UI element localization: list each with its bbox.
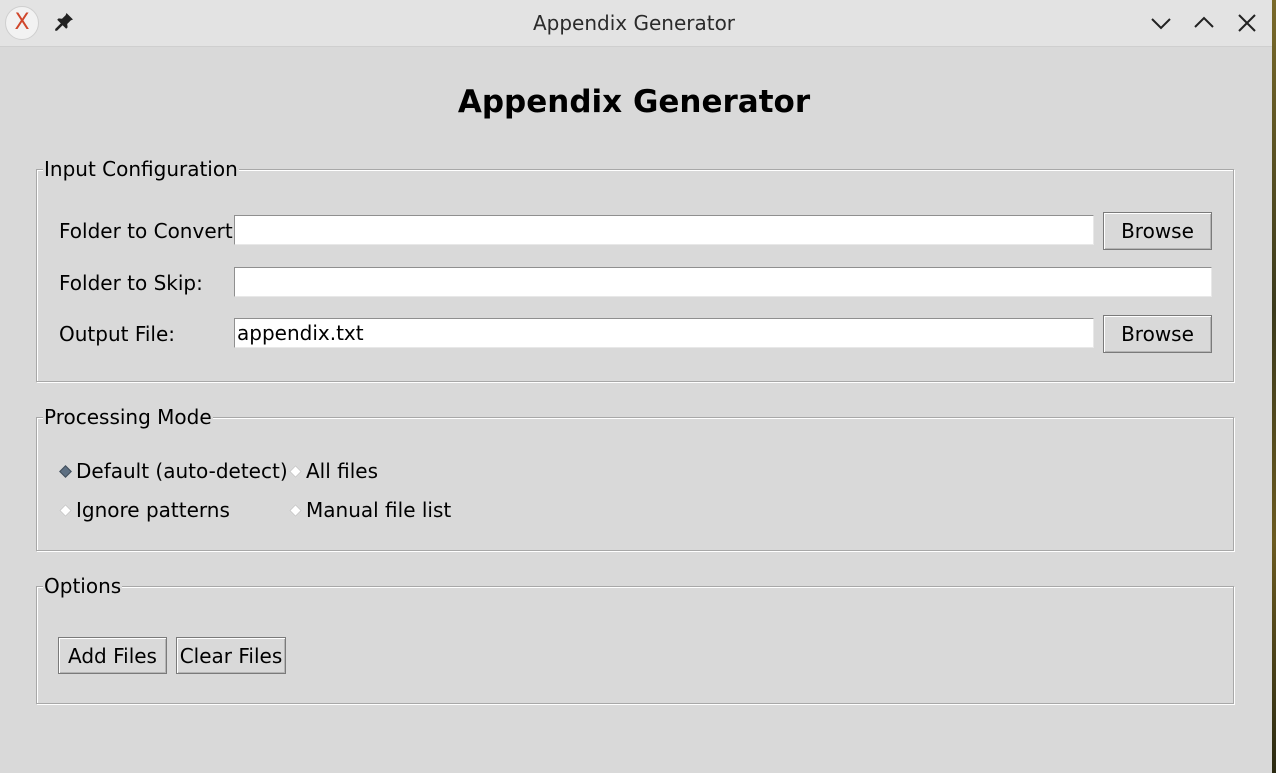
radio-label: Ignore patterns: [76, 498, 230, 522]
options-legend: Options: [43, 573, 123, 599]
input-configuration-legend: Input Configuration: [43, 156, 239, 182]
options-group: Options Add Files Clear Files: [36, 573, 1234, 704]
close-icon[interactable]: [1234, 10, 1260, 36]
radio-label: Default (auto-detect): [76, 459, 288, 483]
radio-indicator: [289, 503, 302, 517]
folder-to-convert-browse-button[interactable]: Browse: [1103, 212, 1212, 250]
radio-label: Manual file list: [306, 498, 452, 522]
page-title: Appendix Generator: [457, 84, 811, 120]
add-files-button[interactable]: Add Files: [58, 637, 167, 674]
clear-files-button[interactable]: Clear Files: [176, 637, 286, 674]
radio-manual-file-list[interactable]: Manual file list: [289, 497, 451, 523]
folder-to-skip-input[interactable]: [234, 267, 1212, 297]
desktop-background-edge: [1272, 0, 1276, 773]
folder-to-skip-label: Folder to Skip:: [59, 271, 203, 295]
app-window: X Appendix Generator Appendix Generator …: [0, 0, 1276, 773]
radio-ignore-patterns[interactable]: Ignore patterns: [59, 497, 230, 523]
folder-to-convert-label: Folder to Convert:: [59, 219, 240, 243]
radio-label: All files: [306, 459, 379, 483]
output-file-label: Output File:: [59, 322, 176, 346]
title-bar: X Appendix Generator: [0, 0, 1272, 47]
folder-to-convert-input[interactable]: [234, 215, 1094, 245]
processing-mode-group: Processing Mode Default (auto-detect) Al…: [36, 404, 1234, 551]
output-file-browse-button[interactable]: Browse: [1103, 315, 1212, 353]
radio-indicator: [59, 503, 72, 517]
radio-indicator: [289, 464, 302, 478]
input-configuration-group: Input Configuration Folder to Convert: B…: [36, 156, 1234, 382]
chevron-up-icon[interactable]: [1191, 10, 1217, 36]
radio-default-auto-detect[interactable]: Default (auto-detect): [59, 458, 288, 484]
output-file-input[interactable]: [234, 318, 1094, 348]
window-title: Appendix Generator: [532, 11, 736, 35]
chevron-down-icon[interactable]: [1148, 10, 1174, 36]
radio-all-files[interactable]: All files: [289, 458, 378, 484]
radio-indicator-selected: [59, 464, 72, 478]
processing-mode-legend: Processing Mode: [43, 404, 213, 430]
